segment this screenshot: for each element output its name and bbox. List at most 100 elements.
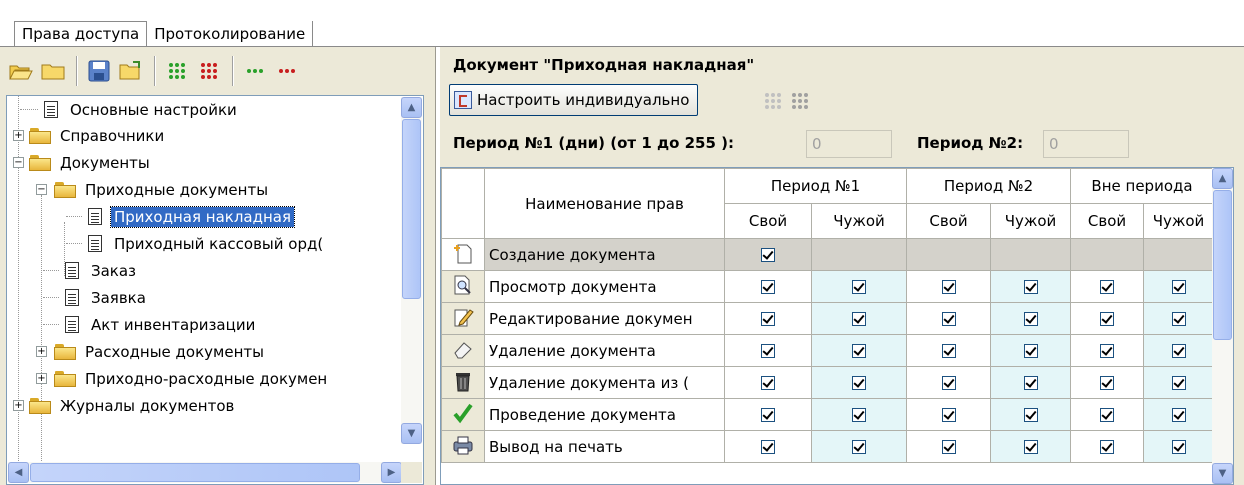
- open-file-icon[interactable]: [116, 56, 146, 86]
- permission-checkbox[interactable]: [1100, 376, 1114, 390]
- permission-checkbox[interactable]: [1023, 344, 1038, 358]
- permission-cell[interactable]: [1143, 398, 1214, 431]
- permission-cell[interactable]: [724, 334, 812, 367]
- permission-cell[interactable]: [906, 302, 991, 335]
- tree-item[interactable]: Приходные документы: [54, 176, 271, 203]
- permission-cell[interactable]: [990, 334, 1071, 367]
- scroll-down-icon[interactable]: ▼: [401, 423, 422, 444]
- permission-checkbox[interactable]: [852, 440, 866, 454]
- tab-access-rights[interactable]: Права доступа: [14, 21, 148, 46]
- scroll-left-icon[interactable]: ◀: [8, 462, 29, 483]
- permission-cell[interactable]: [811, 334, 907, 367]
- permission-cell[interactable]: [1070, 430, 1144, 463]
- permission-cell[interactable]: [990, 366, 1071, 399]
- permission-checkbox[interactable]: [852, 376, 866, 390]
- permission-checkbox[interactable]: [1023, 376, 1038, 390]
- permission-cell[interactable]: [724, 398, 812, 431]
- permission-checkbox[interactable]: [852, 408, 866, 422]
- scroll-down-icon[interactable]: ▼: [1212, 463, 1233, 484]
- permission-cell[interactable]: [724, 238, 812, 271]
- scroll-thumb[interactable]: [1213, 190, 1232, 340]
- tree-item[interactable]: Расходные документы: [54, 338, 267, 365]
- permission-cell[interactable]: [811, 302, 907, 335]
- tree-vertical-scrollbar[interactable]: ▲ ▼: [401, 97, 422, 444]
- document-tree[interactable]: Основные настройки + Справочники − Докум…: [6, 95, 424, 485]
- permission-checkbox[interactable]: [761, 344, 775, 358]
- permission-cell[interactable]: [906, 430, 991, 463]
- tree-item[interactable]: Приходно-расходные докумен: [54, 365, 330, 392]
- permission-cell[interactable]: [1070, 398, 1144, 431]
- permission-cell[interactable]: [1143, 366, 1214, 399]
- permission-checkbox[interactable]: [852, 280, 866, 294]
- permission-checkbox[interactable]: [1023, 280, 1038, 294]
- permission-checkbox[interactable]: [941, 312, 956, 326]
- tree-item[interactable]: Справочники: [29, 122, 167, 149]
- permission-cell[interactable]: [906, 270, 991, 303]
- tree-item[interactable]: Заявка: [43, 284, 149, 311]
- permission-checkbox[interactable]: [1171, 280, 1186, 294]
- folder-icon[interactable]: [38, 56, 68, 86]
- expand-toggle-icon[interactable]: +: [36, 346, 47, 357]
- permission-checkbox[interactable]: [1100, 344, 1114, 358]
- permission-cell[interactable]: [1070, 270, 1144, 303]
- permission-cell[interactable]: [1143, 270, 1214, 303]
- permission-checkbox[interactable]: [1023, 408, 1038, 422]
- permission-cell[interactable]: [724, 270, 812, 303]
- permission-checkbox[interactable]: [852, 344, 866, 358]
- permission-cell[interactable]: [906, 366, 991, 399]
- permission-cell[interactable]: [906, 334, 991, 367]
- permission-cell[interactable]: [811, 430, 907, 463]
- permission-checkbox[interactable]: [1100, 312, 1114, 326]
- permission-checkbox[interactable]: [1171, 408, 1186, 422]
- scroll-right-icon[interactable]: ▶: [381, 462, 402, 483]
- permission-checkbox[interactable]: [1100, 440, 1114, 454]
- permission-checkbox[interactable]: [761, 440, 775, 454]
- grid-vertical-scrollbar[interactable]: ▲ ▼: [1212, 168, 1233, 484]
- permission-checkbox[interactable]: [941, 376, 956, 390]
- permission-cell[interactable]: [1070, 366, 1144, 399]
- tree-item[interactable]: Акт инвентаризации: [43, 311, 258, 338]
- scroll-thumb[interactable]: [402, 119, 421, 299]
- permission-cell[interactable]: [811, 398, 907, 431]
- permission-checkbox[interactable]: [761, 280, 775, 294]
- tree-item[interactable]: Приходный кассовый орд(: [66, 230, 326, 257]
- period-1-input[interactable]: 0: [806, 130, 892, 158]
- permission-cell[interactable]: [1070, 302, 1144, 335]
- tree-item[interactable]: Документы: [29, 149, 153, 176]
- permission-checkbox[interactable]: [1171, 344, 1186, 358]
- green-dots-icon[interactable]: [162, 56, 192, 86]
- permission-cell[interactable]: [990, 270, 1071, 303]
- permission-checkbox[interactable]: [852, 312, 866, 326]
- permission-cell[interactable]: [724, 302, 812, 335]
- permission-cell[interactable]: [1070, 334, 1144, 367]
- permission-checkbox[interactable]: [941, 440, 956, 454]
- permission-checkbox[interactable]: [1023, 312, 1038, 326]
- expand-toggle-icon[interactable]: +: [36, 373, 47, 384]
- permission-cell[interactable]: [990, 302, 1071, 335]
- expand-toggle-icon[interactable]: +: [13, 130, 24, 141]
- scroll-thumb[interactable]: [30, 463, 360, 482]
- tree-horizontal-scrollbar[interactable]: ◀ ▶: [8, 462, 402, 483]
- tree-item[interactable]: Приходная накладная: [66, 203, 295, 230]
- permission-cell[interactable]: [811, 366, 907, 399]
- scroll-up-icon[interactable]: ▲: [401, 97, 422, 118]
- permission-checkbox[interactable]: [1171, 376, 1186, 390]
- gray-dots-icon[interactable]: [765, 93, 787, 109]
- permission-checkbox[interactable]: [1100, 280, 1114, 294]
- permission-checkbox[interactable]: [1171, 312, 1186, 326]
- permission-checkbox[interactable]: [941, 280, 956, 294]
- permission-checkbox[interactable]: [941, 408, 956, 422]
- permission-cell[interactable]: [990, 430, 1071, 463]
- permission-checkbox[interactable]: [761, 408, 775, 422]
- permission-cell[interactable]: [724, 430, 812, 463]
- permission-cell[interactable]: [990, 398, 1071, 431]
- collapse-toggle-icon[interactable]: −: [36, 184, 47, 195]
- save-icon[interactable]: [84, 56, 114, 86]
- permission-checkbox[interactable]: [761, 248, 775, 262]
- expand-toggle-icon[interactable]: +: [13, 400, 24, 411]
- permission-cell[interactable]: [724, 366, 812, 399]
- permission-checkbox[interactable]: [1100, 408, 1114, 422]
- permission-checkbox[interactable]: [761, 312, 775, 326]
- open-folder-icon[interactable]: [6, 56, 36, 86]
- period-2-input[interactable]: 0: [1043, 130, 1129, 158]
